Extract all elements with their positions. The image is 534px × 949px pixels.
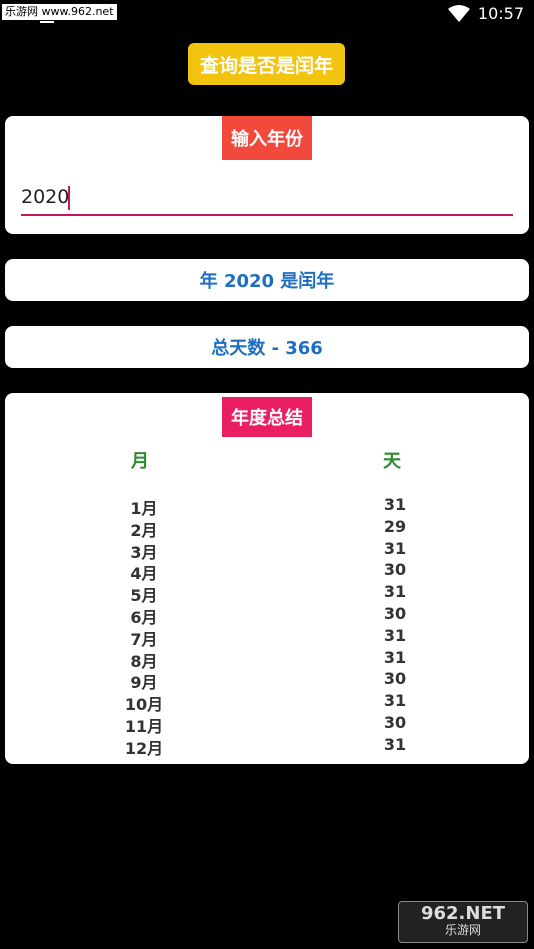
days-cell: 30 [383, 669, 407, 689]
days-cell: 31 [383, 495, 407, 514]
table-row: 4月 30 [5, 560, 529, 584]
year-summary-label: 年度总结 [222, 397, 312, 437]
month-cell: 10月 [124, 695, 164, 715]
days-cell: 31 [383, 647, 407, 667]
days-cell: 31 [383, 538, 407, 558]
days-cell: 31 [383, 691, 407, 711]
text-caret [68, 186, 70, 210]
status-bar: 乐游网 www.962.net 10:57 [0, 0, 534, 28]
table-row: 7月 31 [5, 625, 529, 649]
days-cell: 30 [383, 603, 407, 623]
watermark-text: 乐游网 www.962.net [2, 4, 117, 20]
table-row: 11月 30 [5, 712, 529, 736]
month-column-header: 月 [131, 451, 149, 472]
days-cell: 30 [383, 560, 407, 580]
year-input-card: 输入年份 [5, 116, 529, 234]
table-row: 2月 29 [5, 516, 529, 540]
year-input[interactable] [21, 180, 513, 216]
table-row: 3月 31 [5, 538, 529, 562]
month-cell: 4月 [130, 564, 158, 584]
site-logo-text: 962.NET [420, 903, 506, 924]
site-logo: 962.NET 乐游网 [398, 901, 528, 943]
days-cell: 31 [383, 582, 407, 602]
leap-result-text: 年 2020 是闰年 [199, 271, 335, 292]
check-leap-year-button[interactable]: 查询是否是闰年 [188, 43, 345, 85]
month-cell: 3月 [130, 542, 158, 562]
month-cell: 12月 [124, 738, 164, 758]
status-right: 10:57 [447, 4, 524, 23]
table-row: 5月 31 [5, 582, 529, 606]
table-row: 8月 31 [5, 647, 529, 671]
day-column-header: 天 [383, 451, 401, 472]
site-logo-subtext: 乐游网 [444, 923, 481, 937]
month-cell: 7月 [130, 629, 158, 649]
wifi-icon [447, 4, 470, 22]
notification-icon [40, 21, 54, 23]
summary-table: 1月 31 2月 29 3月 31 4月 30 5月 31 6月 30 7月 31 8月 31 9月 30 10月 3… [5, 495, 529, 758]
table-row: 12月 31 [5, 734, 529, 758]
leap-result-card: 年 2020 是闰年 [5, 259, 529, 301]
month-cell: 8月 [130, 651, 158, 671]
total-days-card: 总天数 - 366 [5, 326, 529, 368]
input-year-label: 输入年份 [222, 116, 312, 160]
month-cell: 2月 [130, 520, 158, 540]
days-cell: 30 [383, 712, 407, 732]
table-row: 10月 31 [5, 691, 529, 715]
month-cell: 1月 [130, 499, 158, 518]
table-row: 1月 31 [5, 495, 529, 518]
clock: 10:57 [477, 4, 524, 23]
days-cell: 29 [383, 516, 407, 536]
year-summary-card: 年度总结 月 天 1月 31 2月 29 3月 31 4月 30 5月 31 6月 30 7月 31 8月 3… [5, 393, 529, 764]
month-cell: 5月 [130, 586, 158, 606]
table-row: 6月 30 [5, 603, 529, 627]
table-row: 9月 30 [5, 669, 529, 693]
total-days-text: 总天数 - 366 [211, 338, 323, 359]
days-cell: 31 [383, 734, 407, 754]
month-cell: 6月 [130, 607, 158, 627]
days-cell: 31 [383, 625, 407, 645]
month-cell: 11月 [124, 716, 164, 736]
month-cell: 9月 [130, 673, 158, 693]
